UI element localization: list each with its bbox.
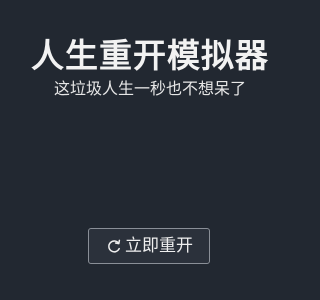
start-screen: 人生重开模拟器 这垃圾人生一秒也不想呆了 立即重开 [0,0,300,300]
app-title: 人生重开模拟器 [31,36,269,75]
restart-button-label: 立即重开 [125,236,193,256]
refresh-icon [105,237,123,255]
restart-button[interactable]: 立即重开 [88,228,210,264]
app-subtitle: 这垃圾人生一秒也不想呆了 [53,79,246,98]
